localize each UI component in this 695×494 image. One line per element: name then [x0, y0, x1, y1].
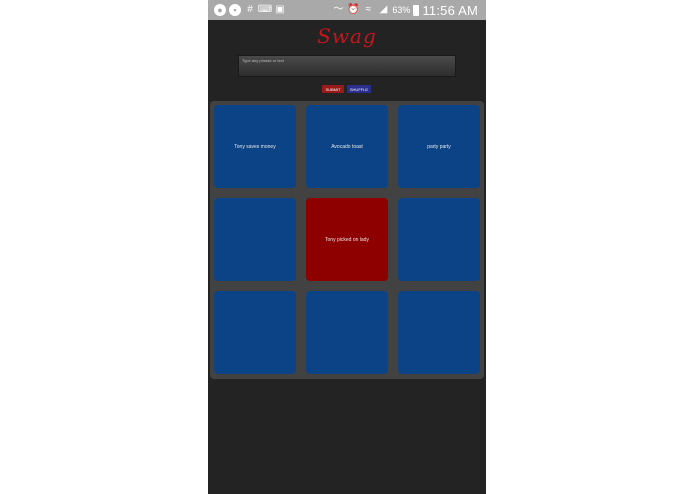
app-logo: Swag: [317, 24, 377, 48]
board-tile[interactable]: [398, 291, 480, 374]
phone-screen: ● • # ⌨ ▣ 〜 ⏰ ≈ ◢ 63% 11:56 AM Swag Type…: [208, 0, 486, 494]
battery-icon: [413, 4, 420, 16]
phrase-input[interactable]: Type any phrase or text: [238, 55, 456, 77]
signal-icon: ◢: [379, 4, 388, 15]
briefcase-icon: ▣: [275, 4, 285, 15]
keyboard-icon: ⌨: [257, 4, 273, 15]
clock: 11:56 AM: [422, 2, 478, 18]
board-tile[interactable]: party party: [398, 105, 480, 188]
vibrate-icon: 〜: [333, 4, 344, 15]
submit-button[interactable]: SUBMIT: [322, 85, 344, 93]
battery-percent: 63%: [392, 5, 411, 15]
alarm-icon: ⏰: [347, 4, 360, 15]
status-left-icons: ● • # ⌨ ▣: [208, 4, 332, 16]
person-icon: ●: [214, 4, 226, 16]
board-tile[interactable]: Avocado toast: [306, 105, 388, 188]
board-tile[interactable]: [306, 291, 388, 374]
bingo-board: Tony saves money Avocado toast party par…: [210, 101, 484, 379]
board-tile[interactable]: [214, 198, 296, 281]
board-tile-selected[interactable]: Tony picked on lady: [306, 198, 388, 281]
board-tile[interactable]: [214, 291, 296, 374]
board-tile[interactable]: Tony saves money: [214, 105, 296, 188]
hash-icon: #: [247, 4, 253, 15]
wifi-icon: ≈: [365, 4, 372, 15]
chat-icon: •: [229, 4, 241, 16]
shuffle-button[interactable]: SHUFFLE: [347, 85, 371, 93]
status-right: 〜 ⏰ ≈ ◢ 63% 11:56 AM: [332, 3, 486, 18]
board-tile[interactable]: [398, 198, 480, 281]
status-bar: ● • # ⌨ ▣ 〜 ⏰ ≈ ◢ 63% 11:56 AM: [208, 0, 486, 20]
